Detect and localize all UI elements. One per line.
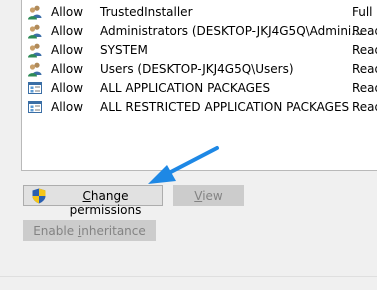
annotation-arrow [148,146,219,184]
divider [0,276,377,277]
